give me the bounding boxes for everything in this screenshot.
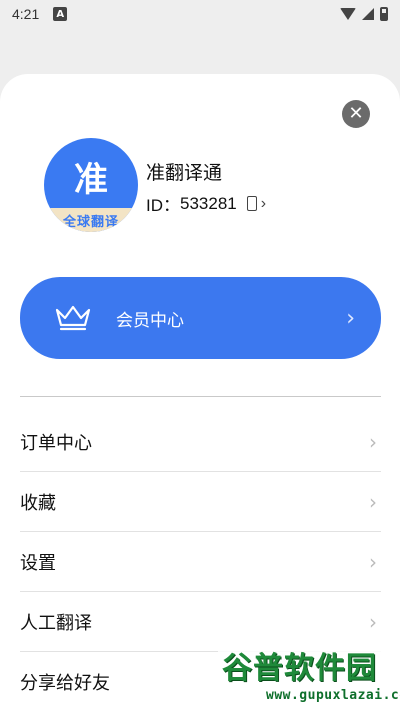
copy-icon[interactable] [246,196,257,211]
menu-item-label: 分享给好友 [20,673,110,694]
menu-item-label: 订单中心 [20,432,92,454]
app-name: 准翻译通 [146,162,223,184]
profile-sheet: ✕ 准 全球翻译 准翻译通 ID： 533281 › 会员中心 › 订单中心 ›… [0,74,400,712]
battery-icon [380,7,388,21]
member-center-button[interactable]: 会员中心 › [20,277,381,359]
menu-item-favorites[interactable]: 收藏 › [20,472,381,532]
member-center-label: 会员中心 [116,310,184,331]
close-button[interactable]: ✕ [342,100,370,128]
menu-item-settings[interactable]: 设置 › [20,532,381,592]
notification-icon: A [53,7,68,21]
menu-item-human-translation[interactable]: 人工翻译 › [20,592,381,652]
avatar-band-text: 全球翻译 [44,208,138,232]
chevron-right-icon: › [369,429,377,454]
menu-item-label: 设置 [20,552,56,574]
watermark-logo: 谷普软件园 www.gupuxlazai.com [218,648,400,712]
user-id-row[interactable]: ID： 533281 › [146,191,266,216]
chevron-right-icon: › [260,194,267,212]
menu-item-label: 收藏 [20,492,56,514]
avatar[interactable]: 准 全球翻译 [44,138,138,232]
chevron-right-icon: › [369,489,377,514]
watermark-url: www.gupuxlazai.com [266,688,400,703]
chevron-right-icon: › [369,549,377,574]
divider [20,396,381,397]
close-icon: ✕ [348,103,364,124]
watermark-title: 谷普软件园 [222,651,377,686]
signal-icon [362,8,374,20]
status-time: 4:21 [12,6,40,22]
crown-icon [55,305,91,331]
menu-item-label: 人工翻译 [20,612,92,634]
status-bar: 4:21 A [0,0,400,28]
id-label: ID： [146,196,180,215]
wifi-icon [340,8,356,20]
chevron-right-icon: › [369,609,377,634]
menu-item-orders[interactable]: 订单中心 › [20,412,381,472]
id-value: 533281 [180,193,237,213]
status-icons [340,7,388,21]
chevron-right-icon: › [346,305,355,331]
avatar-character: 准 [74,160,108,200]
